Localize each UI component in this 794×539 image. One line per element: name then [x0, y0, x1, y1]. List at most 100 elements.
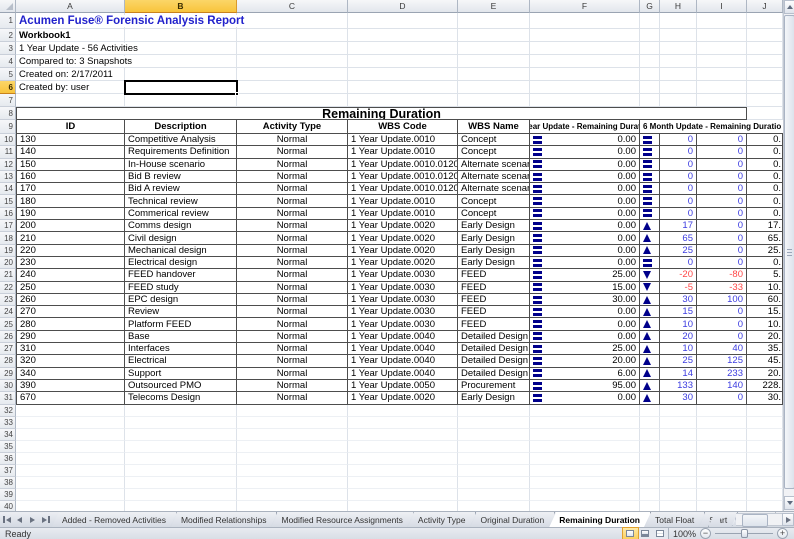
- cell-description[interactable]: FEED handover: [125, 269, 237, 281]
- cell-year-update[interactable]: 30.00: [530, 294, 640, 306]
- cell[interactable]: [348, 405, 458, 417]
- cell-activity-type[interactable]: Normal: [237, 269, 348, 281]
- cell[interactable]: [660, 453, 697, 465]
- cell-six-month-value[interactable]: 0.: [747, 208, 783, 220]
- cell[interactable]: [530, 501, 640, 511]
- cell-six-month-delta[interactable]: 30: [660, 392, 697, 404]
- cell-six-month-value[interactable]: 20.: [747, 368, 783, 380]
- cell-six-month-pct[interactable]: 100: [697, 294, 747, 306]
- cell[interactable]: [530, 13, 640, 29]
- cell[interactable]: [237, 68, 348, 81]
- cell[interactable]: [237, 453, 348, 465]
- cell-description[interactable]: Platform FEED: [125, 318, 237, 330]
- cell-description[interactable]: Competitive Analysis: [125, 134, 237, 146]
- cell-year-update[interactable]: 25.00: [530, 269, 640, 281]
- row-header-7[interactable]: 7: [0, 94, 16, 107]
- cell-six-month-trend[interactable]: [640, 355, 660, 367]
- cell-description[interactable]: Electrical design: [125, 257, 237, 269]
- cell-wbs-code[interactable]: 1 Year Update.0030: [348, 269, 458, 281]
- cell-six-month-trend[interactable]: [640, 245, 660, 257]
- row-header-28[interactable]: 28: [0, 355, 16, 367]
- cell[interactable]: [458, 441, 530, 453]
- cell-description[interactable]: Electrical: [125, 355, 237, 367]
- row-header-10[interactable]: 10: [0, 134, 16, 146]
- cell-six-month-delta[interactable]: 0: [660, 171, 697, 183]
- cell-wbs-code[interactable]: 1 Year Update.0040: [348, 355, 458, 367]
- cell-wbs-name[interactable]: Procurement: [458, 380, 530, 392]
- cell-wbs-name[interactable]: Early Design: [458, 257, 530, 269]
- cell-six-month-trend[interactable]: [640, 159, 660, 171]
- cell[interactable]: [237, 489, 348, 501]
- cell[interactable]: [697, 55, 747, 68]
- cell-six-month-delta[interactable]: 25: [660, 245, 697, 257]
- cell-wbs-code[interactable]: 1 Year Update.0010.0120: [348, 159, 458, 171]
- cell-six-month-delta[interactable]: 14: [660, 368, 697, 380]
- cell-six-month-trend[interactable]: [640, 380, 660, 392]
- row-header-8[interactable]: 8: [0, 107, 16, 120]
- cell[interactable]: [530, 453, 640, 465]
- cell-six-month-delta[interactable]: 10: [660, 343, 697, 355]
- cell-six-month-value[interactable]: 35.: [747, 343, 783, 355]
- column-header-J[interactable]: J: [747, 0, 783, 13]
- cell-six-month-value[interactable]: 65.: [747, 232, 783, 244]
- cell-description[interactable]: In-House scenario: [125, 159, 237, 171]
- cell-six-month-trend[interactable]: [640, 306, 660, 318]
- cell[interactable]: [125, 55, 237, 68]
- cell-activity-type[interactable]: Normal: [237, 331, 348, 343]
- cell[interactable]: [697, 465, 747, 477]
- row-header-16[interactable]: 16: [0, 208, 16, 220]
- cell[interactable]: [640, 94, 660, 107]
- cell[interactable]: [640, 489, 660, 501]
- cell[interactable]: [458, 465, 530, 477]
- vertical-scroll-thumb[interactable]: [784, 15, 794, 489]
- cell-description[interactable]: Comms design: [125, 220, 237, 232]
- horizontal-scroll-track[interactable]: [736, 513, 782, 526]
- cell[interactable]: [697, 81, 747, 94]
- cell-six-month-pct[interactable]: 140: [697, 380, 747, 392]
- cell[interactable]: [16, 405, 125, 417]
- cell-six-month-pct[interactable]: 0: [697, 146, 747, 158]
- cell-six-month-value[interactable]: 20.: [747, 331, 783, 343]
- cell[interactable]: Workbook1: [16, 29, 125, 42]
- cell-wbs-code[interactable]: 1 Year Update.0010.0120: [348, 171, 458, 183]
- cell-id[interactable]: 200: [16, 220, 125, 232]
- row-header-6[interactable]: 6: [0, 81, 16, 94]
- cell-year-update[interactable]: 0.00: [530, 159, 640, 171]
- cell-six-month-trend[interactable]: [640, 146, 660, 158]
- cell[interactable]: [660, 501, 697, 511]
- cell[interactable]: [697, 94, 747, 107]
- cell-wbs-name[interactable]: Detailed Design: [458, 355, 530, 367]
- cell-wbs-code[interactable]: 1 Year Update.0030: [348, 306, 458, 318]
- cell-year-update[interactable]: 0.00: [530, 195, 640, 207]
- cell-description[interactable]: Commerical review: [125, 208, 237, 220]
- scroll-up-button[interactable]: [784, 0, 794, 14]
- cell[interactable]: [237, 81, 348, 94]
- cell-wbs-name[interactable]: Detailed Design: [458, 343, 530, 355]
- cell-id[interactable]: 170: [16, 183, 125, 195]
- cell-activity-type[interactable]: Normal: [237, 208, 348, 220]
- cell-activity-type[interactable]: Normal: [237, 355, 348, 367]
- cell-year-update[interactable]: 0.00: [530, 183, 640, 195]
- row-header-1[interactable]: 1: [0, 13, 16, 29]
- cell-description[interactable]: Telecoms Design: [125, 392, 237, 404]
- cell[interactable]: [747, 453, 783, 465]
- column-header-G[interactable]: G: [640, 0, 660, 13]
- cell-six-month-value[interactable]: 10.: [747, 282, 783, 294]
- cell[interactable]: [530, 81, 640, 94]
- tab-scroll-prev-button[interactable]: [13, 512, 26, 527]
- cell[interactable]: [16, 465, 125, 477]
- cell-year-update[interactable]: 0.00: [530, 257, 640, 269]
- cell-wbs-name[interactable]: FEED: [458, 282, 530, 294]
- cell-id[interactable]: 280: [16, 318, 125, 330]
- cell-activity-type[interactable]: Normal: [237, 343, 348, 355]
- cell-description[interactable]: Review: [125, 306, 237, 318]
- cell[interactable]: [747, 429, 783, 441]
- cell[interactable]: [697, 453, 747, 465]
- cell[interactable]: [660, 68, 697, 81]
- cell[interactable]: [640, 29, 660, 42]
- cell[interactable]: [640, 477, 660, 489]
- cell-year-update[interactable]: 25.00: [530, 343, 640, 355]
- cell-description[interactable]: Base: [125, 331, 237, 343]
- cell[interactable]: [747, 42, 783, 55]
- cell[interactable]: [125, 477, 237, 489]
